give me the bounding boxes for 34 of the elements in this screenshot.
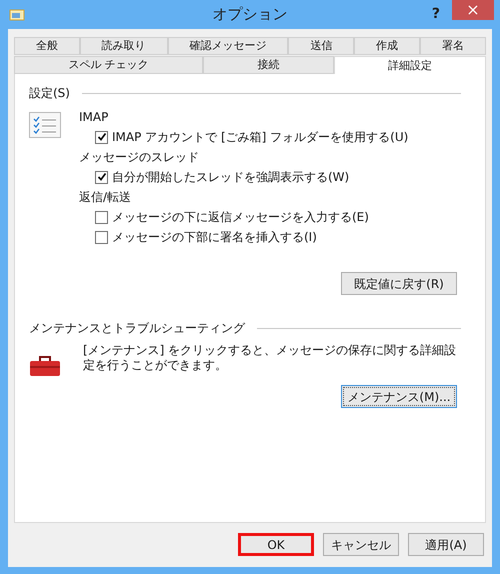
reset-defaults-button[interactable]: 既定値に戻す(R)	[341, 272, 457, 295]
checkbox[interactable]	[95, 130, 108, 144]
group-label: メッセージのスレッド	[79, 149, 200, 166]
help-button[interactable]: ?	[432, 4, 440, 25]
dialog-button[interactable]: 適用(A)	[408, 533, 484, 556]
maintenance-button[interactable]: メンテナンス(M)...	[341, 385, 457, 408]
tab[interactable]: スペル チェック	[14, 56, 203, 74]
section-heading: 設定(S)	[29, 85, 70, 102]
tab[interactable]: 送信	[288, 37, 354, 55]
group-label: IMAP	[79, 109, 110, 126]
description-text: [メンテナンス] をクリックすると、メッセージの保存に関する詳細設定を行うことができます。	[83, 343, 458, 374]
group-label: 返信/転送	[79, 189, 132, 206]
checkbox[interactable]	[95, 230, 108, 244]
checklist-icon	[29, 112, 61, 138]
tab[interactable]: 読み取り	[80, 37, 168, 55]
checkbox-label: メッセージの下部に署名を挿入する(I)	[112, 229, 317, 246]
app-icon	[9, 9, 25, 21]
window-title: オプション	[212, 4, 288, 26]
tab[interactable]: 全般	[14, 37, 80, 55]
checkbox-label: メッセージの下に返信メッセージを入力する(E)	[112, 209, 369, 226]
checkbox-label: IMAP アカウントで [ごみ箱] フォルダーを使用する(U)	[112, 129, 408, 146]
dialog-button[interactable]: OK	[238, 533, 314, 556]
dialog-button[interactable]: キャンセル	[323, 533, 399, 556]
close-button[interactable]: ×	[452, 0, 494, 20]
toolbox-icon	[29, 355, 61, 377]
tab[interactable]: 署名	[420, 37, 486, 55]
checkbox-label: 自分が開始したスレッドを強調表示する(W)	[112, 169, 350, 186]
checkbox[interactable]	[95, 210, 108, 224]
tab[interactable]: 確認メッセージ	[168, 37, 288, 55]
tab[interactable]: 詳細設定	[334, 56, 486, 75]
checkbox[interactable]	[95, 170, 108, 184]
section-heading: メンテナンスとトラブルシューティング	[29, 320, 245, 337]
tab[interactable]: 接続	[203, 56, 334, 74]
tab[interactable]: 作成	[354, 37, 420, 55]
